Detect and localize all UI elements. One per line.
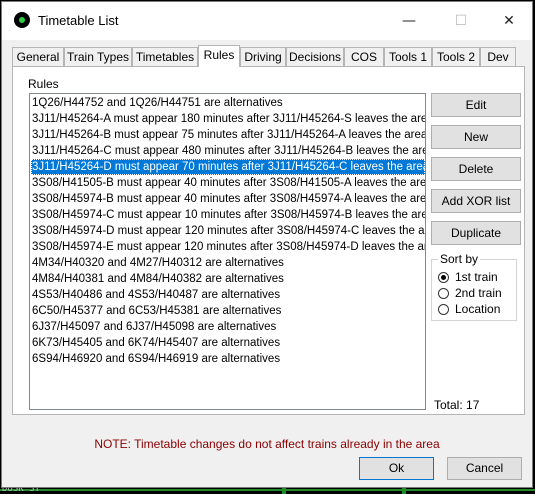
radio-label: 2nd train — [455, 286, 502, 300]
window-title: Timetable List — [38, 13, 119, 28]
sort-location-radio[interactable]: Location — [438, 302, 500, 316]
sort-1st-train-radio[interactable]: 1st train — [438, 270, 498, 284]
minimize-button[interactable]: — — [386, 2, 432, 40]
list-item[interactable]: 1Q26/H44752 and 1Q26/H44751 are alternat… — [31, 95, 425, 111]
title-bar[interactable]: Timetable List — ☐ ✕ — [2, 2, 532, 40]
sort-2nd-train-radio[interactable]: 2nd train — [438, 286, 502, 300]
delete-button[interactable]: Delete — [431, 157, 521, 181]
add-xor-list-button[interactable]: Add XOR list — [431, 189, 521, 213]
tab-cos[interactable]: COS — [344, 47, 384, 66]
total-count: Total: 17 — [434, 398, 480, 412]
edit-button[interactable]: Edit — [431, 93, 521, 117]
list-item[interactable]: 3S08/H45974-B must appear 40 minutes aft… — [31, 191, 425, 207]
radio-icon — [438, 303, 449, 315]
maximize-button[interactable]: ☐ — [438, 2, 484, 40]
list-item[interactable]: 3S08/H41505-B must appear 40 minutes aft… — [31, 175, 425, 191]
tab-train-types[interactable]: Train Types — [64, 47, 132, 66]
list-item[interactable]: 4M34/H40320 and 4M27/H40312 are alternat… — [31, 255, 425, 271]
tab-timetables[interactable]: Timetables — [132, 47, 198, 66]
tab-rules[interactable]: Rules — [198, 45, 240, 67]
list-item[interactable]: 6J37/H45097 and 6J37/H45098 are alternat… — [31, 319, 425, 335]
tab-dev[interactable]: Dev — [480, 47, 516, 66]
tab-driving[interactable]: Driving — [240, 47, 286, 66]
duplicate-button[interactable]: Duplicate — [431, 221, 521, 245]
list-item[interactable]: 6C50/H45377 and 6C53/H45381 are alternat… — [31, 303, 425, 319]
rules-listbox[interactable]: 1Q26/H44752 and 1Q26/H44751 are alternat… — [29, 93, 426, 410]
list-item[interactable]: 6S94/H46920 and 6S94/H46919 are alternat… — [31, 351, 425, 367]
tab-general[interactable]: General — [12, 47, 64, 66]
list-item[interactable]: 6K73/H45405 and 6K74/H45407 are alternat… — [31, 335, 425, 351]
sort-by-title: Sort by — [438, 252, 481, 266]
sort-by-group: Sort by 1st train 2nd train Location — [431, 252, 517, 321]
list-item[interactable]: 4S53/H40486 and 4S53/H40487 are alternat… — [31, 287, 425, 303]
list-item[interactable]: 3S08/H45974-C must appear 10 minutes aft… — [31, 207, 425, 223]
cancel-button[interactable]: Cancel — [447, 457, 522, 480]
new-button[interactable]: New — [431, 125, 521, 149]
tab-tools-2[interactable]: Tools 2 — [432, 47, 480, 66]
timetable-list-dialog: Timetable List — ☐ ✕ General Train Types… — [1, 1, 533, 488]
list-item[interactable]: 3S08/H45974-E must appear 120 minutes af… — [31, 239, 425, 255]
ok-button[interactable]: Ok — [359, 457, 434, 480]
map-track-line — [0, 489, 535, 491]
list-item[interactable]: 4M84/H40381 and 4M84/H40382 are alternat… — [31, 271, 425, 287]
list-item[interactable]: 3J11/H45264-B must appear 75 minutes aft… — [31, 127, 425, 143]
tab-tools-1[interactable]: Tools 1 — [384, 47, 432, 66]
radio-label: 1st train — [455, 270, 498, 284]
list-item[interactable]: 3J11/H45264-C must appear 480 minutes af… — [31, 143, 425, 159]
rules-panel: Rules 1Q26/H44752 and 1Q26/H44751 are al… — [12, 66, 525, 415]
close-button[interactable]: ✕ — [486, 2, 532, 40]
list-item-selected[interactable]: 3J11/H45264-D must appear 70 minutes aft… — [31, 159, 425, 175]
radio-label: Location — [455, 302, 501, 316]
list-item[interactable]: 3S08/H45974-D must appear 120 minutes af… — [31, 223, 425, 239]
list-item[interactable]: 3J11/H45264-A must appear 180 minutes af… — [31, 111, 425, 127]
app-icon — [14, 12, 30, 28]
radio-selected-icon — [438, 271, 449, 283]
rules-label: Rules — [28, 77, 59, 91]
timetable-note: NOTE: Timetable changes do not affect tr… — [94, 437, 440, 451]
radio-icon — [438, 287, 449, 299]
tab-decisions[interactable]: Decisions — [286, 47, 344, 66]
